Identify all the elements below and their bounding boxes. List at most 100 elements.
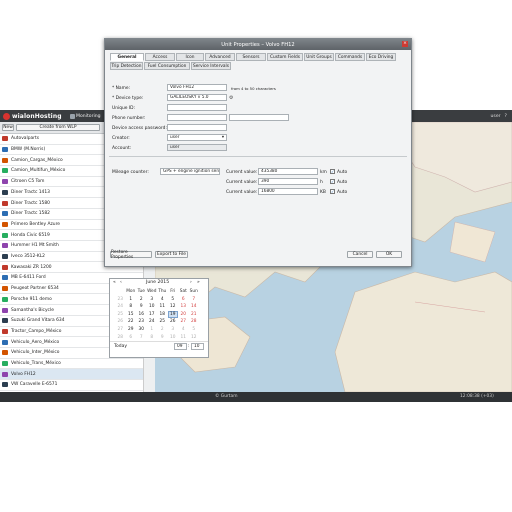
calendar-day[interactable]: 18 [157, 311, 168, 318]
calendar-day[interactable]: 30 [136, 326, 147, 333]
tab-icon[interactable]: Icon [176, 53, 204, 61]
calendar-day[interactable]: 26 [168, 318, 179, 325]
calendar-day[interactable]: 3 [147, 296, 158, 303]
calendar-day[interactable]: 10 [147, 303, 158, 310]
unit-name: Camion_Multifun_México [11, 168, 66, 174]
calendar-day[interactable]: 11 [178, 334, 189, 341]
calendar-day[interactable]: 19 [167, 310, 178, 318]
calendar-day[interactable]: 6 [178, 296, 189, 303]
unit-icon [2, 232, 8, 238]
minute-input[interactable]: 10 [191, 343, 204, 350]
calendar-day[interactable]: 7 [136, 334, 147, 341]
calendar-day[interactable]: 24 [147, 318, 158, 325]
tab-commands[interactable]: Commands [335, 53, 365, 61]
calendar-day[interactable]: 8 [126, 303, 137, 310]
device-settings-icon[interactable]: ⚙ [229, 95, 233, 101]
calendar-day[interactable]: 2 [157, 326, 168, 333]
traffic-input[interactable]: 16800 [258, 188, 318, 195]
tab-general[interactable]: General [110, 53, 144, 61]
calendar-day[interactable]: 12 [189, 334, 200, 341]
mileage-value-input[interactable]: 435380 [258, 168, 318, 175]
next-year-button[interactable]: » [197, 280, 200, 285]
tab-sensors[interactable]: Sensors [236, 53, 266, 61]
user-name[interactable]: user [491, 114, 501, 119]
phone-input-2[interactable] [229, 114, 289, 121]
calendar-day[interactable]: 16 [136, 311, 147, 318]
calendar-day[interactable]: 1 [147, 326, 158, 333]
calendar-day[interactable]: 4 [157, 296, 168, 303]
calendar-day[interactable]: 17 [147, 311, 158, 318]
unit-icon [2, 286, 8, 292]
hour-input[interactable]: 09 [174, 343, 187, 350]
name-input[interactable]: Volvo FH12 [167, 84, 227, 91]
calendar-day[interactable]: 1 [126, 296, 137, 303]
calendar-day[interactable]: 3 [168, 326, 179, 333]
nav-monitoring[interactable]: Monitoring [70, 112, 101, 120]
unit-icon [2, 179, 8, 185]
create-from-wlp-button[interactable]: Create from WLP [16, 124, 100, 131]
close-icon[interactable]: × [402, 41, 408, 47]
restore-properties-button[interactable]: Restore Properties [110, 250, 152, 260]
calendar-day[interactable]: 27 [178, 318, 189, 325]
dialog-title[interactable]: Unit Properties – Volvo FH12 [105, 39, 411, 50]
engine-hours-input[interactable]: 390 [258, 178, 318, 185]
tab-custom-fields[interactable]: Custom Fields [267, 53, 303, 61]
tab-access[interactable]: Access [145, 53, 175, 61]
unit-row[interactable]: VW Caravelle E-6571 [0, 380, 143, 391]
calendar-month: June 2015 [146, 280, 170, 285]
calendar-day[interactable]: 29 [126, 326, 137, 333]
calendar-day[interactable]: 11 [157, 303, 168, 310]
prev-month-button[interactable]: ‹ [120, 280, 122, 285]
calendar-day[interactable]: 28 [189, 318, 200, 325]
new-unit-button[interactable]: New [2, 124, 14, 131]
calendar-day[interactable]: 15 [126, 311, 137, 318]
mileage-auto-checkbox[interactable]: ✓ [330, 169, 335, 174]
tab-service-intervals[interactable]: Service Intervals [191, 62, 231, 70]
device-type-select[interactable]: GALILEOSKY v 5.0 [167, 94, 227, 101]
wialon-logo[interactable]: wialonHosting [3, 112, 65, 120]
prev-year-button[interactable]: « [113, 280, 116, 285]
cancel-button[interactable]: Cancel [347, 251, 373, 258]
tab-advanced[interactable]: Advanced [205, 53, 235, 61]
help-icon[interactable]: ? [505, 114, 507, 119]
unit-row[interactable]: Vehiculo_Trans_México [0, 359, 143, 370]
unit-name: Porsche 911 demo [11, 296, 52, 302]
mileage-select[interactable]: GPS + engine ignition sen [160, 168, 220, 175]
calendar-day[interactable]: 20 [178, 311, 189, 318]
traffic-auto-checkbox[interactable]: ✓ [330, 189, 335, 194]
engine-auto-checkbox[interactable]: ✓ [330, 179, 335, 184]
calendar-day[interactable]: 7 [189, 296, 200, 303]
calendar-day[interactable]: 21 [189, 311, 200, 318]
calendar-day[interactable]: 6 [126, 334, 137, 341]
password-input[interactable] [167, 124, 227, 131]
phone-input-1[interactable] [167, 114, 227, 121]
tab-eco-driving[interactable]: Eco Driving [366, 53, 396, 61]
calendar-day[interactable]: 8 [147, 334, 158, 341]
calendar-day[interactable]: 14 [189, 303, 200, 310]
tab-unit-groups[interactable]: Unit Groups [304, 53, 334, 61]
export-to-file-button[interactable]: Export to File [155, 251, 188, 258]
unique-id-input[interactable] [167, 104, 227, 111]
ok-button[interactable]: OK [376, 251, 402, 258]
creator-select[interactable]: user ▾ [167, 134, 227, 141]
user-menu[interactable]: user ? [491, 112, 507, 120]
next-month-button[interactable]: › [190, 280, 192, 285]
calendar-day[interactable]: 25 [157, 318, 168, 325]
tab-fuel-consumption[interactable]: Fuel Consumption [144, 62, 190, 70]
calendar-day[interactable]: 5 [168, 296, 179, 303]
calendar-day[interactable]: 4 [178, 326, 189, 333]
tab-trip-detection[interactable]: Trip Detection [110, 62, 143, 70]
calendar-day[interactable]: 2 [136, 296, 147, 303]
calendar-day[interactable]: 9 [136, 303, 147, 310]
unit-row[interactable]: Volvo FH12 [0, 369, 143, 381]
calendar-day[interactable]: 9 [157, 334, 168, 341]
calendar-day[interactable]: 5 [189, 326, 200, 333]
calendar-day[interactable]: 12 [168, 303, 179, 310]
calendar-day[interactable]: 22 [126, 318, 137, 325]
unit-name: Suzuki Grand Vitara 634 [11, 318, 65, 324]
calendar-week-number: 26 [117, 319, 123, 325]
calendar-day[interactable]: 23 [136, 318, 147, 325]
today-button[interactable]: Today [114, 344, 127, 349]
calendar-day[interactable]: 10 [168, 334, 179, 341]
calendar-day[interactable]: 13 [178, 303, 189, 310]
